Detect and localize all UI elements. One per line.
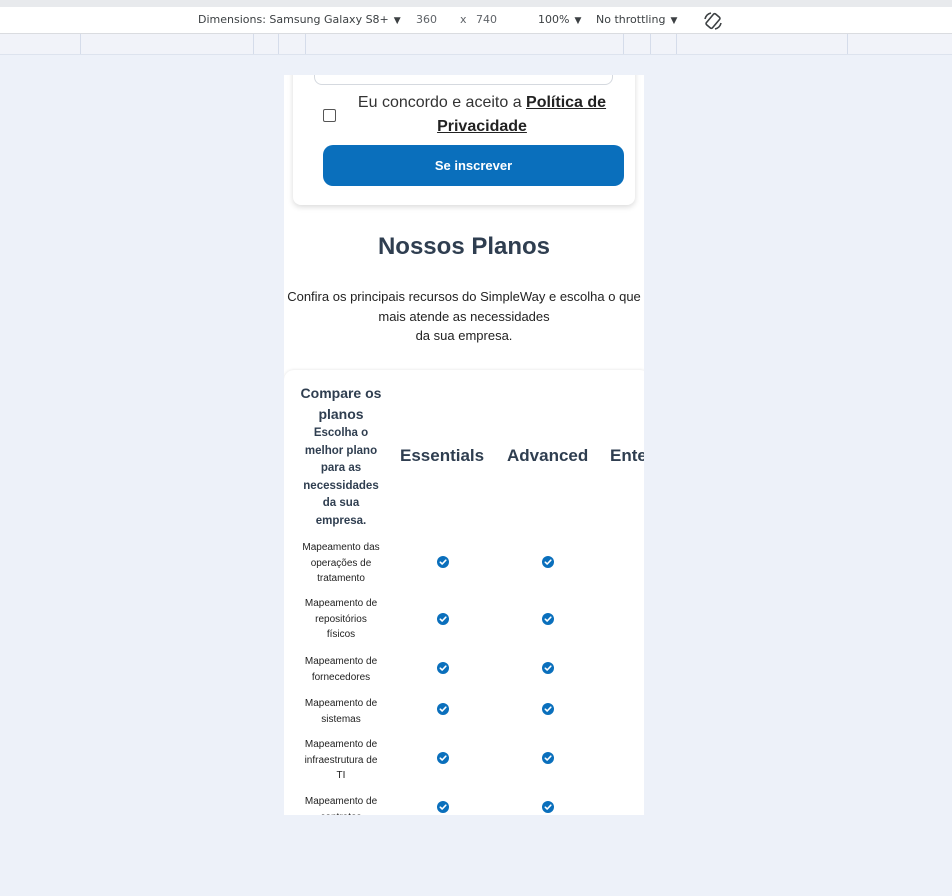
dimension-separator: x [460, 13, 467, 26]
ruler-divider [305, 34, 306, 54]
zoom-label: 100% [538, 13, 570, 26]
ruler-divider [80, 34, 81, 54]
check-icon [437, 662, 449, 674]
chevron-down-icon: ▼ [393, 16, 401, 26]
check-icon [437, 752, 449, 764]
feature-label: Mapeamento de repositórios físicos [304, 598, 378, 640]
chevron-down-icon: ▼ [574, 16, 582, 26]
ruler-divider [253, 34, 254, 54]
feature-label: Mapeamento de contratos [304, 796, 378, 815]
ruler-divider [676, 34, 677, 54]
check-icon [437, 703, 449, 715]
feature-label: Mapeamento de infraestrutura de TI [304, 739, 378, 781]
feature-label: Mapeamento de sistemas [304, 698, 378, 725]
check-icon [542, 801, 554, 813]
check-icon [542, 752, 554, 764]
ruler-divider [847, 34, 848, 54]
height-field[interactable]: 740 [476, 13, 497, 26]
rotate-icon[interactable] [702, 10, 724, 32]
email-field[interactable] [314, 75, 613, 85]
check-icon [542, 662, 554, 674]
compare-plans-table: Compare os planos Escolha o melhor plano… [284, 370, 644, 815]
check-icon [542, 703, 554, 715]
plans-description: Confira os principais recursos do Simple… [284, 287, 644, 346]
check-icon [437, 613, 449, 625]
plans-description-line: da sua empresa. [415, 328, 513, 343]
compare-subtitle: Escolha o melhor plano para as necessida… [303, 427, 379, 527]
check-icon [437, 556, 449, 568]
device-viewport: Eu concordo e aceito a Política de Priva… [284, 75, 644, 815]
plans-description-line: Confira os principais recursos do Simple… [287, 289, 641, 324]
plan-column-advanced: Advanced [507, 446, 589, 465]
feature-label: Mapeamento de fornecedores [304, 656, 378, 683]
width-field[interactable]: 360 [416, 13, 437, 26]
compare-header: Compare os planos Escolha o melhor plano… [300, 383, 382, 530]
throttling-label: No throttling [596, 13, 666, 26]
devtools-device-toolbar: Dimensions: Samsung Galaxy S8+ ▼ 360 x 74… [0, 0, 952, 34]
throttling-select[interactable]: No throttling ▼ [596, 13, 677, 26]
media-query-ruler [0, 34, 952, 55]
zoom-select[interactable]: 100% ▼ [538, 13, 581, 26]
consent-checkbox[interactable] [323, 109, 336, 122]
device-label: Dimensions: Samsung Galaxy S8+ [198, 13, 389, 26]
check-icon [542, 556, 554, 568]
ruler-divider [278, 34, 279, 54]
check-icon [542, 613, 554, 625]
plan-column-essentials: Essentials [400, 446, 485, 465]
ruler-divider [623, 34, 624, 54]
page-title: Nossos Planos [377, 233, 551, 260]
plan-column-enterprise: Ente [610, 446, 644, 465]
compare-title: Compare os planos [300, 385, 382, 422]
feature-label: Mapeamento das operações de tratamento [302, 542, 380, 584]
subscribe-button[interactable]: Se inscrever [323, 145, 624, 186]
newsletter-form-card: Eu concordo e aceito a Política de Priva… [293, 75, 635, 205]
chevron-down-icon: ▼ [670, 16, 678, 26]
device-select[interactable]: Dimensions: Samsung Galaxy S8+ ▼ [198, 13, 401, 26]
consent-prefix: Eu concordo e aceito a [357, 94, 527, 111]
check-icon [437, 801, 449, 813]
ruler-divider [650, 34, 651, 54]
consent-text: Eu concordo e aceito a Política de Priva… [352, 91, 612, 139]
